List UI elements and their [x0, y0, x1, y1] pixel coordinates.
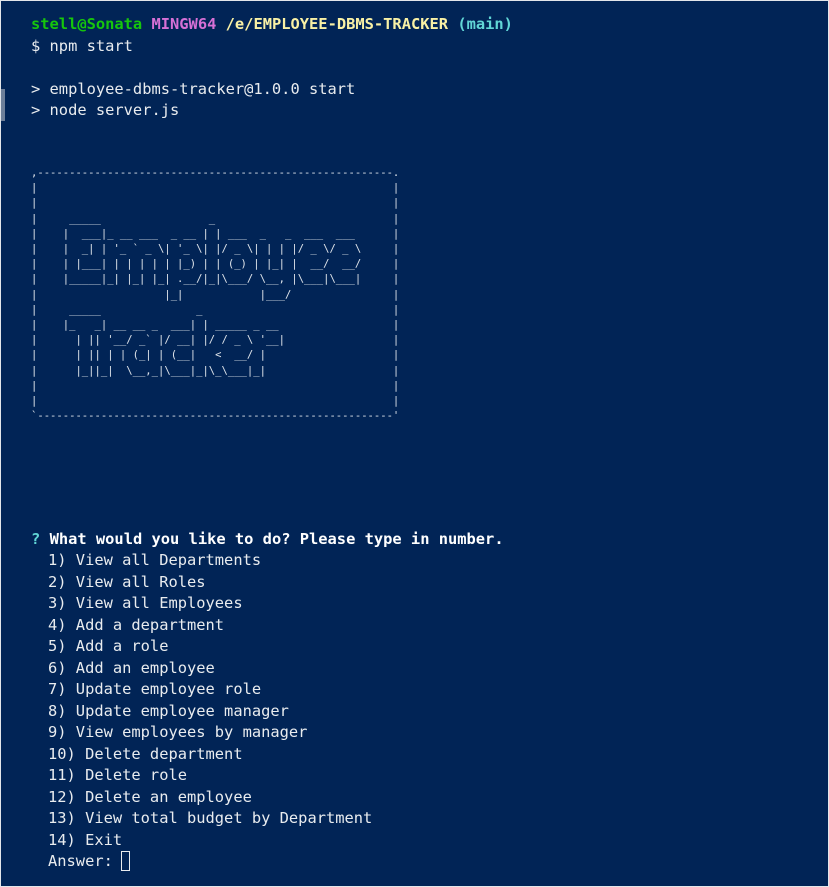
answer-line[interactable]: Answer:: [48, 851, 130, 871]
menu-option[interactable]: 7) Update employee role: [48, 679, 261, 699]
menu-option[interactable]: 9) View employees by manager: [48, 722, 307, 742]
menu-question-line: ? What would you like to do? Please type…: [31, 529, 504, 549]
question-mark: ?: [31, 530, 41, 548]
terminal-window[interactable]: stell@Sonata MINGW64 /e/EMPLOYEE-DBMS-TR…: [0, 0, 829, 887]
menu-option[interactable]: 4) Add a department: [48, 615, 224, 635]
menu-option[interactable]: 2) View all Roles: [48, 572, 206, 592]
text-cursor: [120, 851, 130, 871]
ascii-banner: ,---------------------------------------…: [31, 167, 400, 423]
npm-output-line: > node server.js: [31, 101, 180, 119]
prompt-user-host: stell@Sonata: [31, 15, 143, 33]
menu-option[interactable]: 3) View all Employees: [48, 593, 243, 613]
menu-option[interactable]: 12) Delete an employee: [48, 787, 252, 807]
menu-option[interactable]: 11) Delete role: [48, 765, 187, 785]
menu-option[interactable]: 5) Add a role: [48, 636, 168, 656]
menu-question: What would you like to do? Please type i…: [49, 530, 504, 548]
menu-option[interactable]: 1) View all Departments: [48, 550, 261, 570]
prompt-line: stell@Sonata MINGW64 /e/EMPLOYEE-DBMS-TR…: [31, 14, 513, 34]
answer-label: Answer:: [48, 852, 113, 870]
menu-option[interactable]: 14) Exit: [48, 830, 122, 850]
scroll-marker: [1, 89, 5, 121]
menu-option[interactable]: 8) Update employee manager: [48, 701, 289, 721]
prompt-branch: (main): [457, 15, 513, 33]
npm-output-line: > employee-dbms-tracker@1.0.0 start: [31, 80, 356, 98]
prompt-shell: MINGW64: [151, 15, 217, 33]
menu-option[interactable]: 6) Add an employee: [48, 658, 215, 678]
prompt-path: /e/EMPLOYEE-DBMS-TRACKER: [225, 15, 449, 33]
menu-option[interactable]: 10) Delete department: [48, 744, 243, 764]
command-line: $ npm start: [31, 37, 133, 55]
menu-option[interactable]: 13) View total budget by Department: [48, 808, 372, 828]
